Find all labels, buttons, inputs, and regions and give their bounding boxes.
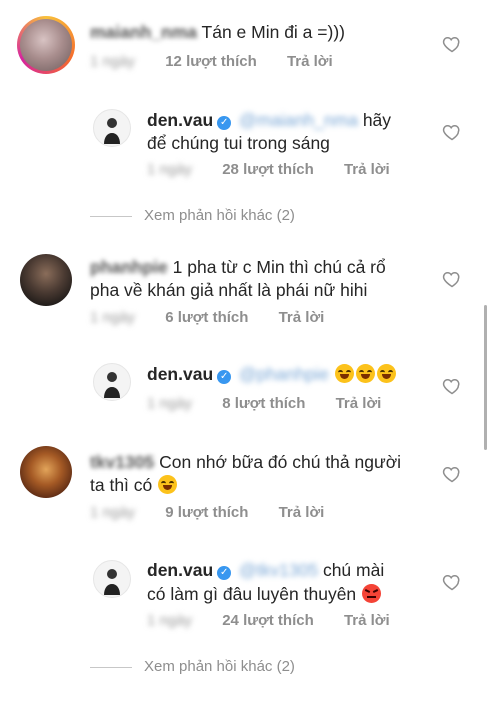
person-silhouette-icon [104,569,120,595]
face-with-tears-of-joy-emoji [376,364,396,383]
comment-meta: 1 ngày 9 lượt thích Trả lời [90,504,324,521]
reply-button[interactable]: Trả lời [287,53,333,70]
mention-link[interactable]: @maianh_nma [239,110,358,130]
comment-body: chú mài [322,560,385,580]
reply-button[interactable]: Trả lời [279,309,325,326]
likes-count[interactable]: 6 lượt thích [165,309,248,326]
likes-count[interactable]: 28 lượt thích [222,161,314,178]
divider [90,666,132,668]
comment-text: den.vau ✓ @tkv1305 chú mài [147,558,384,582]
likes-count[interactable]: 12 lượt thích [165,53,257,70]
view-more-replies-button[interactable]: Xem phản hồi khác (2) [90,658,295,675]
comment-text-line2: có làm gì đâu luyên thuyên [147,582,382,606]
face-with-tears-of-joy-emoji [355,364,375,383]
comment-time: 1 ngày [147,395,193,412]
avatar[interactable] [20,446,72,498]
comment-username[interactable]: den.vau [147,364,213,384]
comment-text: phanhpie 1 pha từ c Min thì chú cả rổ [90,255,386,279]
heart-icon[interactable] [442,572,462,592]
comment-body-line2: ta thì có [90,475,153,495]
likes-count[interactable]: 9 lượt thích [165,504,248,521]
verified-badge-icon: ✓ [217,116,232,130]
mention-link[interactable]: @tkv1305 [239,560,318,580]
comment-username[interactable]: den.vau [147,560,213,580]
heart-icon[interactable] [442,464,462,484]
comment-text-line2: ta thì có [90,473,178,497]
reply-button[interactable]: Trả lời [344,161,390,178]
comment-time: 1 ngày [147,161,193,178]
face-with-tears-of-joy-emoji [334,364,354,383]
comment-body: hãy [362,110,392,130]
verified-badge-icon: ✓ [217,370,232,384]
comment-time: 1 ngày [90,504,136,521]
heart-icon[interactable] [442,269,462,289]
comment-username[interactable]: tkv1305 [90,452,154,472]
view-more-replies-button[interactable]: Xem phản hồi khác (2) [90,207,295,224]
avatar[interactable] [93,363,131,401]
heart-icon[interactable] [442,122,462,142]
comment-text-line2: pha về khán giả nhất là phái nữ hihi [90,280,368,300]
comment-text-line2: để chúng tui trong sáng [147,133,330,153]
comment-time: 1 ngày [90,309,136,326]
comment-body: Con nhớ bữa đó chú thả người [159,452,402,472]
scrollbar[interactable] [484,305,487,450]
comment-username[interactable]: maianh_nma [90,22,197,42]
comment-body: Tán e Min đi a =))) [201,22,345,42]
face-with-tears-of-joy-emoji [158,475,178,494]
comment-time: 1 ngày [147,612,193,629]
comment-text: den.vau ✓ @phanhpie [147,362,397,386]
comment-time: 1 ngày [90,53,136,70]
comment-text: maianh_nma Tán e Min đi a =))) [90,20,345,44]
avatar[interactable] [20,19,72,71]
comment-username[interactable]: phanhpie [90,257,168,277]
comment-meta: 1 ngày 12 lượt thích Trả lời [90,53,333,70]
comment-meta: 1 ngày 8 lượt thích Trả lời [147,395,381,412]
heart-icon[interactable] [442,376,462,396]
view-more-label: Xem phản hồi khác (2) [144,658,295,675]
view-more-label: Xem phản hồi khác (2) [144,207,295,224]
verified-badge-icon: ✓ [217,566,232,580]
comment-meta: 1 ngày 6 lượt thích Trả lời [90,309,324,326]
comment-text: tkv1305 Con nhớ bữa đó chú thả người [90,450,401,474]
comment-body-line2: có làm gì đâu luyên thuyên [147,584,357,604]
angry-face-emoji [362,584,382,603]
divider [90,215,132,217]
person-silhouette-icon [104,118,120,144]
likes-count[interactable]: 24 lượt thích [222,612,314,629]
comment-username[interactable]: den.vau [147,110,213,130]
avatar[interactable] [20,254,72,306]
avatar[interactable] [93,560,131,598]
likes-count[interactable]: 8 lượt thích [222,395,305,412]
heart-icon[interactable] [442,34,462,54]
comment-body: 1 pha từ c Min thì chú cả rổ [172,257,386,277]
mention-link[interactable]: @phanhpie [239,364,329,384]
person-silhouette-icon [104,372,120,398]
reply-button[interactable]: Trả lời [344,612,390,629]
comment-meta: 1 ngày 24 lượt thích Trả lời [147,612,390,629]
comment-text: den.vau ✓ @maianh_nma hãy [147,108,391,132]
avatar[interactable] [93,109,131,147]
reply-button[interactable]: Trả lời [336,395,382,412]
reply-button[interactable]: Trả lời [279,504,325,521]
comment-meta: 1 ngày 28 lượt thích Trả lời [147,161,390,178]
